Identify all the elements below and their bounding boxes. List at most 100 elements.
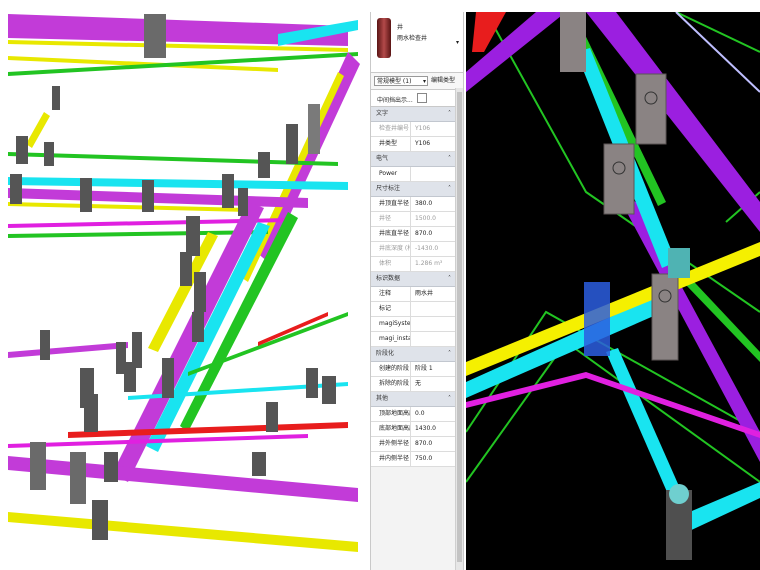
collapse-icon[interactable]: ˄ <box>448 347 451 361</box>
property-row[interactable]: 井类型 Y106 <box>371 137 463 152</box>
manhole <box>286 124 298 164</box>
property-row[interactable]: 底部地面高度 1430.0 <box>371 422 463 437</box>
pipe-yellow-low <box>8 512 358 552</box>
collapse-icon[interactable]: ˄ <box>448 392 451 406</box>
property-value[interactable] <box>415 332 455 346</box>
property-key: 井底深度 (相... <box>371 242 411 256</box>
property-value[interactable]: -1430.0 <box>415 242 455 256</box>
collapse-icon[interactable]: ˄ <box>448 152 451 166</box>
property-row[interactable]: Power <box>371 167 463 182</box>
manhole <box>162 358 174 398</box>
property-row[interactable]: 井底深度 (相... -1430.0 <box>371 242 463 257</box>
property-value[interactable]: 750.0 <box>415 452 455 466</box>
manhole <box>252 452 266 476</box>
manhole <box>322 376 336 404</box>
collapse-icon[interactable]: ˄ <box>448 272 451 286</box>
property-value[interactable]: 870.0 <box>415 437 455 451</box>
property-row[interactable]: 注释 雨水井 <box>371 287 463 302</box>
property-row[interactable]: 井底直半径 870.0 <box>371 227 463 242</box>
visibility-row: 中间挡出示... <box>371 90 463 107</box>
property-row[interactable]: 顶部地面高度 0.0 <box>371 407 463 422</box>
property-row[interactable]: 体积 1.286 m³ <box>371 257 463 272</box>
property-value[interactable]: 1.286 m³ <box>415 257 455 271</box>
property-value[interactable]: Y106 <box>415 122 455 136</box>
property-section-header[interactable]: 电气 ˄ <box>371 152 463 167</box>
collapse-icon[interactable]: ˄ <box>448 182 451 196</box>
property-section-header[interactable]: 尺寸标注 ˄ <box>371 182 463 197</box>
pipe-cyan <box>606 348 686 508</box>
manhole <box>124 362 136 392</box>
property-value[interactable]: 无 <box>415 377 455 391</box>
property-row[interactable]: 创建的阶段 阶段 1 <box>371 362 463 377</box>
property-row[interactable]: 井外侧半径 870.0 <box>371 437 463 452</box>
property-row[interactable]: 井内侧半径 750.0 <box>371 452 463 467</box>
manhole <box>52 86 60 110</box>
visibility-label: 中间挡出示... <box>377 97 413 104</box>
property-value[interactable]: 雨水井 <box>415 287 455 301</box>
type-selector[interactable]: 井 雨水检查井 ▾ <box>371 12 463 73</box>
property-row[interactable]: 拆除的阶段无 <box>371 377 463 392</box>
property-section-header[interactable]: 阶段化 ˄ <box>371 347 463 362</box>
property-key: Power <box>371 167 411 181</box>
property-row[interactable]: 井径 1500.0 <box>371 212 463 227</box>
property-value[interactable]: 380.0 <box>415 197 455 211</box>
manhole <box>44 142 54 166</box>
properties-scrollbar[interactable] <box>455 88 463 570</box>
property-row[interactable]: 检查井编号 Y106 <box>371 122 463 137</box>
pipe-network-right <box>466 12 760 560</box>
section-title: 阶段化 <box>376 350 395 357</box>
manhole <box>635 73 667 145</box>
property-value[interactable]: 870.0 <box>415 227 455 241</box>
property-row[interactable]: 标记 <box>371 302 463 317</box>
manhole-cover-icon <box>669 484 689 504</box>
property-value[interactable] <box>415 317 455 331</box>
property-section-header[interactable]: 其他 ˄ <box>371 392 463 407</box>
pipe-green-top <box>8 52 358 76</box>
property-value[interactable]: 阶段 1 <box>415 362 455 376</box>
property-section-header[interactable]: 标识数据 ˄ <box>371 272 463 287</box>
property-section-header[interactable]: 文字 ˄ <box>371 107 463 122</box>
property-value[interactable]: Y106 <box>415 137 455 151</box>
property-value[interactable]: 0.0 <box>415 407 455 421</box>
manhole <box>80 178 92 212</box>
manhole <box>308 104 320 154</box>
pipe-purple-low <box>8 342 128 358</box>
manhole <box>70 452 86 504</box>
property-row[interactable]: magi_installa... <box>371 332 463 347</box>
manhole <box>30 442 46 490</box>
manhole <box>186 216 200 256</box>
property-value[interactable] <box>415 167 455 181</box>
edge-line-green <box>675 12 760 53</box>
manhole <box>258 152 270 178</box>
pipe-purple-low2 <box>8 456 358 502</box>
manhole-cyan <box>668 248 690 278</box>
instance-filter-value: 常规模型 (1) <box>377 78 412 85</box>
property-row[interactable]: magiSystem... <box>371 317 463 332</box>
property-row[interactable]: 井顶直半径 380.0 <box>371 197 463 212</box>
pipe-network-left <box>8 14 360 552</box>
left-3d-view[interactable] <box>8 12 364 570</box>
right-3d-view[interactable] <box>466 12 760 570</box>
manhole <box>238 188 248 216</box>
property-value[interactable]: 1430.0 <box>415 422 455 436</box>
property-key: 底部地面高度 <box>371 422 411 436</box>
scrollbar-thumb[interactable] <box>457 92 462 562</box>
manhole <box>92 500 108 540</box>
section-title: 标识数据 <box>376 275 401 282</box>
manhole <box>192 312 204 342</box>
chevron-down-icon[interactable]: ▾ <box>456 39 459 46</box>
instance-filter-dropdown[interactable]: 常规模型 (1) ▾ <box>374 76 428 86</box>
edit-type-button[interactable]: 编辑类型 <box>431 76 455 86</box>
property-value[interactable]: 1500.0 <box>415 212 455 226</box>
property-key: 井类型 <box>371 137 411 151</box>
collapse-icon[interactable]: ˄ <box>448 107 451 121</box>
property-key: 标记 <box>371 302 411 316</box>
property-value[interactable] <box>415 302 455 316</box>
visibility-checkbox[interactable] <box>417 93 427 103</box>
property-key: 井径 <box>371 212 411 226</box>
property-sections: 文字 ˄ 检查井编号 Y106 井类型 Y106 电气 ˄ Power 尺寸标注 ˄ 井顶直半径 380… <box>371 107 463 467</box>
property-key: magiSystem... <box>371 317 411 331</box>
property-key: 检查井编号 <box>371 122 411 136</box>
manhole <box>194 272 206 312</box>
manhole <box>144 14 166 58</box>
